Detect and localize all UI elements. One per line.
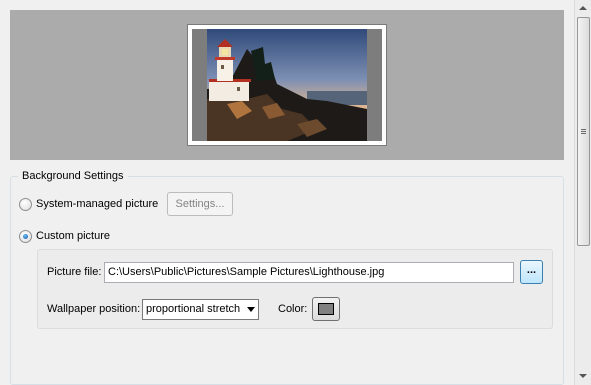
wallpaper-position-value: proportional stretch	[146, 303, 241, 315]
radio-selected-dot	[23, 234, 28, 239]
grip-line-icon	[581, 131, 586, 132]
system-managed-picture-radio[interactable]	[19, 198, 32, 211]
grip-line-icon	[581, 129, 586, 130]
settings-button[interactable]: Settings...	[167, 192, 233, 216]
monitor-preview	[187, 24, 387, 146]
picture-file-label: Picture file:	[47, 266, 102, 278]
browse-button[interactable]: ...	[520, 260, 543, 284]
picture-file-input[interactable]: C:\Users\Public\Pictures\Sample Pictures…	[104, 262, 514, 283]
wallpaper-position-select[interactable]: proportional stretch	[142, 299, 259, 320]
system-managed-picture-label[interactable]: System-managed picture	[36, 198, 158, 211]
custom-picture-label[interactable]: Custom picture	[36, 230, 110, 243]
vertical-scrollbar[interactable]	[574, 0, 591, 385]
custom-picture-panel	[37, 249, 553, 329]
color-swatch	[318, 303, 334, 315]
monitor-screen	[192, 29, 382, 141]
chevron-down-icon	[247, 307, 255, 312]
color-picker-button[interactable]	[312, 297, 340, 321]
wallpaper-preview-image	[207, 29, 367, 141]
wallpaper-position-label: Wallpaper position:	[47, 303, 141, 315]
grip-line-icon	[581, 133, 586, 134]
color-label: Color:	[278, 303, 308, 315]
scroll-down-arrow-icon[interactable]	[579, 374, 587, 378]
background-settings-title: Background Settings	[18, 170, 128, 183]
custom-picture-radio[interactable]	[19, 230, 32, 243]
scrollbar-thumb[interactable]	[577, 17, 590, 246]
scroll-up-arrow-icon[interactable]	[579, 6, 587, 10]
